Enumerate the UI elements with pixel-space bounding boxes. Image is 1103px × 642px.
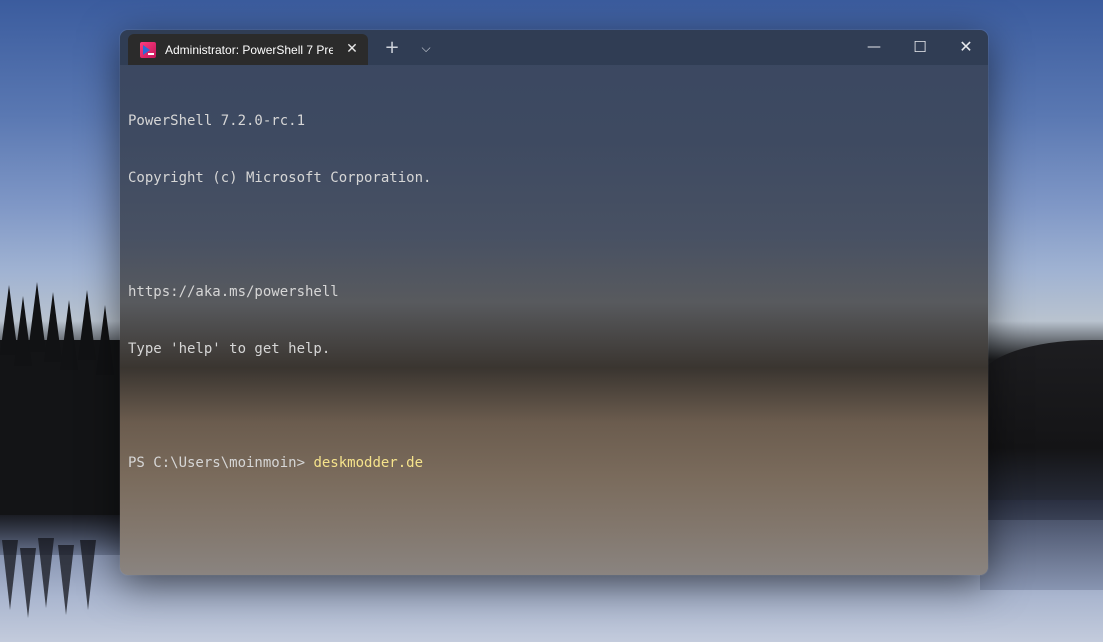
terminal-window[interactable]: Administrator: PowerShell 7 Preview ✕ + … xyxy=(120,30,988,575)
terminal-line: Type 'help' to get help. xyxy=(128,341,331,357)
command-text[interactable]: deskmodder.de xyxy=(313,455,423,471)
wallpaper-tree-reflection xyxy=(38,538,54,608)
minimize-button[interactable]: — xyxy=(851,30,897,64)
tab-powershell[interactable]: Administrator: PowerShell 7 Preview ✕ xyxy=(128,34,368,65)
terminal-line: Copyright (c) Microsoft Corporation. xyxy=(128,170,432,186)
chevron-down-icon[interactable]: ⌵ xyxy=(414,37,438,59)
prompt-text: PS C:\Users\moinmoin> xyxy=(128,455,314,471)
wallpaper-tree xyxy=(96,305,114,375)
wallpaper-reflection xyxy=(980,500,1103,590)
wallpaper-tree-reflection xyxy=(20,548,36,618)
wallpaper-tree-reflection xyxy=(2,540,18,610)
terminal-output[interactable]: PowerShell 7.2.0-rc.1 Copyright (c) Micr… xyxy=(128,74,978,564)
wallpaper-tree-reflection xyxy=(58,545,74,615)
wallpaper-tree-reflection xyxy=(80,540,96,610)
wallpaper-tree xyxy=(78,290,96,360)
terminal-line: PowerShell 7.2.0-rc.1 xyxy=(128,113,306,129)
terminal-line: https://aka.ms/powershell xyxy=(128,284,339,300)
prompt-line[interactable]: PS C:\Users\moinmoin> deskmodder.de xyxy=(128,454,978,473)
close-window-button[interactable]: ✕ xyxy=(943,30,988,64)
wallpaper-hill xyxy=(980,340,1103,520)
maximize-button[interactable]: ☐ xyxy=(897,30,943,64)
new-tab-button[interactable]: + xyxy=(380,37,404,59)
powershell-icon xyxy=(140,41,156,58)
tab-title: Administrator: PowerShell 7 Preview xyxy=(165,42,333,57)
title-bar[interactable]: Administrator: PowerShell 7 Preview ✕ + … xyxy=(120,30,988,65)
wallpaper-tree xyxy=(60,300,78,370)
close-tab-icon[interactable]: ✕ xyxy=(344,41,360,57)
